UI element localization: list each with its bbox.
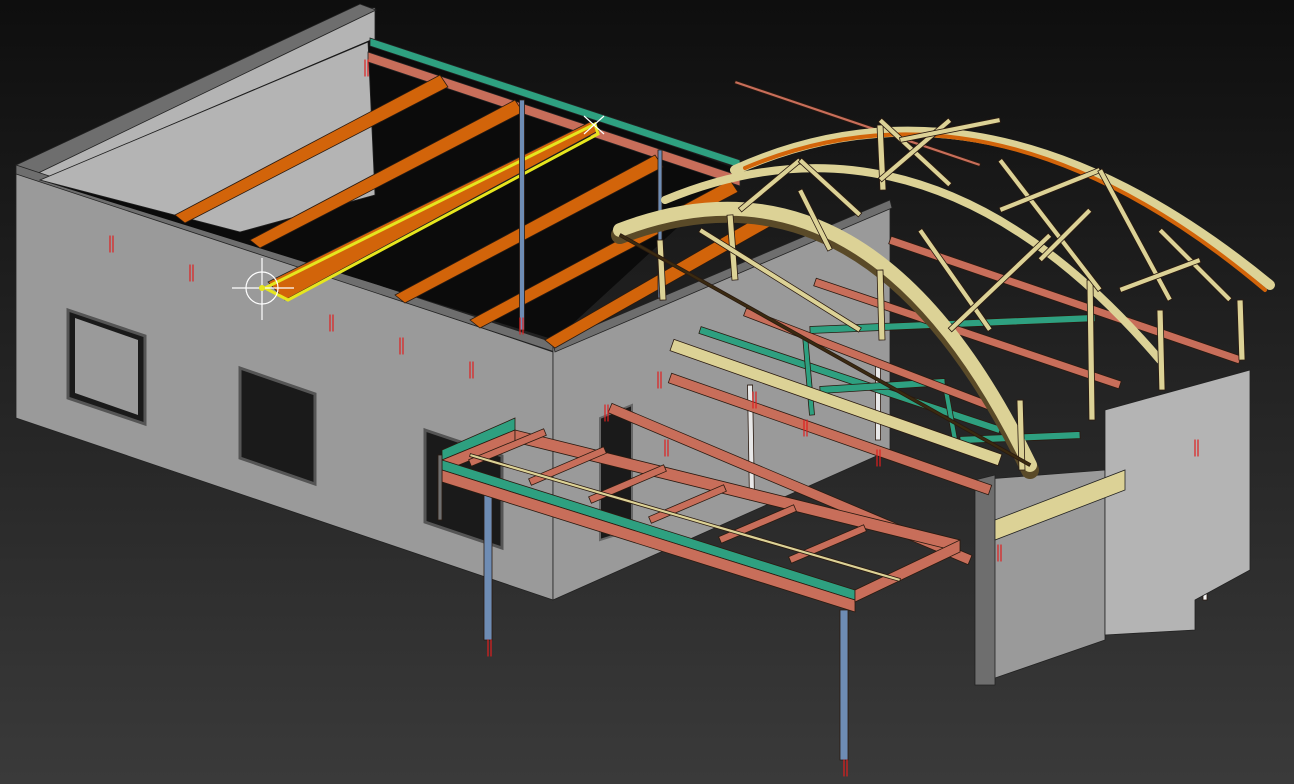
steel-column: [875, 359, 881, 441]
structural-model-scene[interactable]: [0, 0, 1294, 784]
steel-column: [483, 479, 493, 641]
steel-column: [839, 609, 849, 761]
3d-model-viewport[interactable]: [0, 0, 1294, 784]
side-block-left-edge: [974, 474, 996, 686]
canopy-post: [437, 454, 443, 521]
steel-column: [519, 99, 525, 331]
